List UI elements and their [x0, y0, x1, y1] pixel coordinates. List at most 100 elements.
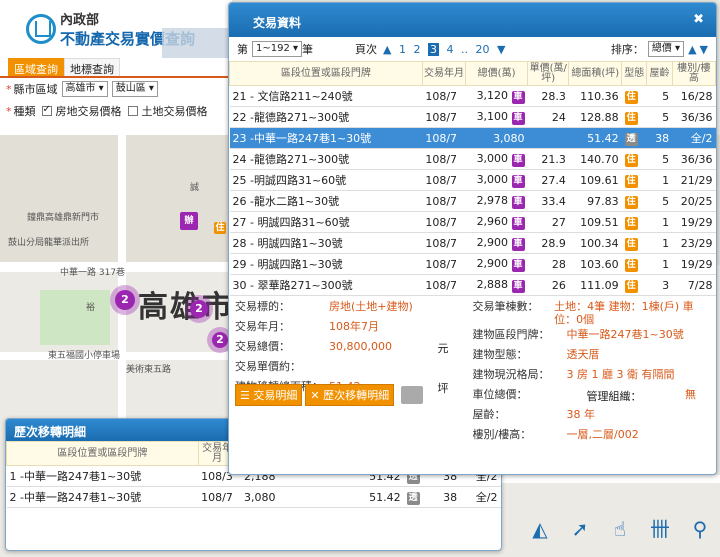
cell-area: 51.42: [339, 486, 404, 508]
detail-label: 建物型態：: [472, 348, 528, 361]
page-4[interactable]: 4: [447, 43, 454, 56]
cell-address: 25 -明誠四路31~60號: [229, 169, 423, 191]
table-row[interactable]: 22 -龍德路271~300號 108/7 3,100 車 24 128.88 住 5 36/…: [229, 106, 716, 128]
cell-type: 住: [621, 274, 647, 296]
record-range-select[interactable]: 1~192 ▾: [252, 41, 303, 57]
cell-total: 3,120 車: [465, 85, 528, 107]
map-label-poi1: 鐘鼎高雄鼎新門市: [27, 213, 100, 223]
sort-asc-icon[interactable]: ▲: [688, 43, 696, 56]
cell-age: 1: [646, 211, 673, 233]
pin-icon[interactable]: ⚲: [685, 515, 715, 543]
cell-address: 30 - 翠華路271~300號: [229, 274, 423, 296]
detail-unit: 元: [437, 342, 449, 355]
cell-address: 23 -中華一路247巷1~30號: [229, 127, 423, 149]
sort-desc-icon[interactable]: ▼: [700, 43, 708, 56]
land-price-checkbox[interactable]: [127, 106, 138, 116]
table-row[interactable]: 27 - 明誠四路31~60號 108/7 2,960 車 27 109.51 住 1 19/…: [229, 211, 716, 233]
cell-unit: 28.9: [527, 232, 569, 254]
cell-floor: 20/25: [672, 190, 716, 212]
cell-total: 2,978 車: [465, 190, 528, 212]
cell-date: 108/7: [422, 211, 466, 233]
map-road: [502, 475, 720, 483]
table-row[interactable]: 29 - 明誠四路1~30號 108/7 2,900 車 28 103.60 住 1 19/2…: [229, 253, 716, 275]
cell-unit: 33.4: [527, 190, 569, 212]
table-row[interactable]: 30 - 翠華路271~300號 108/7 2,888 車 26 111.09 住 3 7/…: [229, 274, 716, 296]
prev-page-icon[interactable]: ▲: [383, 43, 391, 56]
tab-area-search[interactable]: 區域查詢: [8, 58, 64, 76]
table-row[interactable]: 26 -龍水二路1~30號 108/7 2,978 車 33.4 97.83 住 5 20/2…: [229, 190, 716, 212]
next-page-icon[interactable]: ▼: [497, 43, 505, 56]
townhouse-icon: 透: [406, 491, 420, 505]
cell-area: 51.42: [568, 127, 622, 149]
touch-icon[interactable]: ☝: [605, 515, 635, 543]
cell-unit: [278, 486, 340, 508]
detail-value: 無: [685, 388, 696, 401]
cell-type: 透: [621, 127, 647, 149]
cell-age: 5: [646, 148, 673, 170]
type-label: 種類: [13, 105, 36, 118]
detail-label: 交易總價：: [235, 340, 290, 353]
table-row[interactable]: 24 -龍德路271~300號 108/7 3,000 車 21.3 140.70 住 5 3…: [229, 148, 716, 170]
cell-date: 108/7: [422, 127, 466, 149]
tab-landmark-search[interactable]: 地標查詢: [64, 58, 120, 76]
map-label-road1: 中華一路 317巷: [60, 268, 126, 278]
detail-label: 交易標的：: [235, 300, 290, 313]
detail-label: 車位總價：: [472, 388, 528, 401]
ruler-icon[interactable]: 卌: [645, 515, 675, 543]
residence-icon: 住: [624, 90, 638, 104]
cursor-icon[interactable]: ➚: [565, 515, 595, 543]
column-header: 總面積(坪): [568, 61, 623, 86]
detail-value: 一層,二層/002: [566, 428, 639, 441]
cell-age: 38: [431, 486, 461, 508]
parking-icon: 車: [511, 174, 525, 188]
table-row[interactable]: 28 - 明誠四路1~30號 108/7 2,900 車 28.9 100.34 住 1 23…: [229, 232, 716, 254]
parking-icon: 車: [511, 111, 525, 125]
cell-age: 5: [646, 85, 673, 107]
cell-address: 22 -龍德路271~300號: [229, 106, 423, 128]
detail-value: 土地：4筆 建物：1棟(戶) 車位：0個: [554, 300, 694, 326]
transaction-panel: 交易資料 ✖ 第 1~192 ▾ 筆 頁次 ▲ 1 2 3 4 .. 20 ▼ …: [228, 2, 717, 475]
district-select[interactable]: 鼓山區 ▾: [111, 81, 158, 97]
cell-unit: 27.4: [527, 169, 569, 191]
cell-age: 1: [646, 169, 673, 191]
table-row[interactable]: 25 -明誠四路31~60號 108/7 3,000 車 27.4 109.61 住 1 21…: [229, 169, 716, 191]
city-select[interactable]: 高雄市 ▾: [61, 81, 108, 97]
column-header: 區段位置或區段門牌: [229, 61, 423, 86]
house-price-checkbox[interactable]: [41, 104, 52, 116]
map-cluster[interactable]: 2: [212, 332, 228, 348]
sort-select[interactable]: 總價 ▾: [647, 41, 685, 57]
transaction-detail: 交易標的： 房地(土地+建物) 交易年月： 108年7月 交易總價： 30,800,000…: [229, 296, 716, 452]
transfer-history-button[interactable]: ✕ 歷次移轉明細: [305, 384, 395, 406]
detail-label: 樓別/樓高：: [472, 428, 532, 441]
cell-type: 住: [621, 148, 647, 170]
map-cluster[interactable]: 2: [115, 290, 135, 310]
detail-value: 透天厝: [566, 348, 600, 361]
measure-icon[interactable]: ◭: [525, 515, 555, 543]
filter-type-row: * 種類 房地交易價格 土地交易價格: [0, 100, 232, 122]
map-poi-residence[interactable]: 住: [214, 222, 226, 234]
cell-address: 27 - 明誠四路31~60號: [229, 211, 423, 233]
map-poi-office[interactable]: 辦: [180, 212, 198, 230]
close-icon[interactable]: ✖: [693, 12, 704, 27]
residence-icon: 住: [624, 153, 638, 167]
cell-total: 2,960 車: [465, 211, 528, 233]
detail-right: 交易筆棟數： 土地：4筆 建物：1棟(戶) 車位：0個 建物區段門牌： 中華一路247…: [473, 300, 711, 448]
page-20[interactable]: 20: [476, 43, 490, 56]
cell-unit: 26: [527, 274, 569, 296]
townhouse-icon: 透: [624, 132, 638, 146]
transaction-detail-button[interactable]: ☰ 交易明細: [235, 384, 303, 406]
cell-area: 110.36: [568, 85, 622, 107]
residence-icon: 住: [624, 258, 638, 272]
parking-icon: 車: [511, 195, 525, 209]
column-header: 區段位置或區段門牌: [6, 441, 199, 466]
table-row[interactable]: 21 - 文信路211~240號 108/7 3,120 車 28.3 110.36 住 5…: [229, 85, 716, 107]
page-3[interactable]: 3: [428, 42, 439, 56]
page-2[interactable]: 2: [414, 43, 421, 56]
table-row[interactable]: 2 -中華一路247巷1~30號 108/7 3,080 51.42 透 38 全/2: [6, 486, 501, 508]
table-row[interactable]: 23 -中華一路247巷1~30號 108/7 3,080 51.42 透 38 全/2: [229, 127, 716, 149]
page-1[interactable]: 1: [399, 43, 406, 56]
parking-icon: 車: [511, 258, 525, 272]
map-cluster[interactable]: 2: [190, 300, 208, 318]
print-icon[interactable]: [401, 386, 424, 404]
cell-address: 24 -龍德路271~300號: [229, 148, 423, 170]
